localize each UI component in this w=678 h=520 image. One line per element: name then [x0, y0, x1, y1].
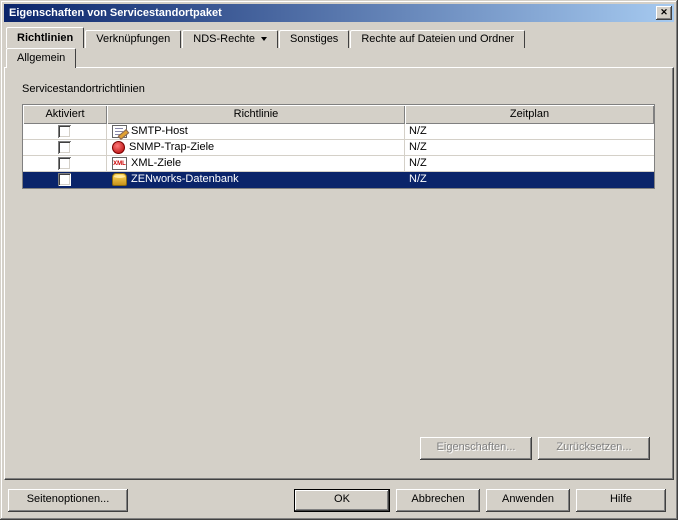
policy-table-body: SMTP-Host N/Z SNMP-Trap-Ziele N/Z XML-Ziele N…	[23, 124, 654, 188]
policy-label: SNMP-Trap-Ziele	[129, 140, 214, 155]
tab-allgemein[interactable]: Allgemein	[6, 48, 76, 68]
window-title: Eigenschaften von Servicestandortpaket	[9, 4, 656, 22]
policy-label: ZENworks-Datenbank	[131, 172, 239, 187]
table-row[interactable]: SNMP-Trap-Ziele N/Z	[23, 140, 654, 156]
tab-rechte-dateien-ordner[interactable]: Rechte auf Dateien und Ordner	[350, 30, 525, 48]
tab-label: Richtlinien	[17, 32, 73, 44]
column-header-zeitplan: Zeitplan	[405, 105, 654, 124]
zeitplan-cell: N/Z	[405, 140, 654, 156]
tab-richtlinien[interactable]: Richtlinien	[6, 27, 84, 48]
properties-dialog: Eigenschaften von Servicestandortpaket ✕…	[0, 0, 678, 520]
aktiviert-cell	[23, 124, 107, 140]
zeitplan-cell: N/Z	[405, 172, 654, 188]
tab-label: NDS-Rechte	[193, 33, 255, 45]
policy-checkbox[interactable]	[58, 125, 71, 138]
snmp-trap-icon	[112, 141, 125, 154]
policy-table-header: Aktiviert Richtlinie Zeitplan	[23, 105, 654, 124]
tab-nds-rechte[interactable]: NDS-Rechte	[182, 30, 278, 48]
eigenschaften-button[interactable]: Eigenschaften...	[420, 437, 532, 460]
ok-button[interactable]: OK	[294, 489, 390, 512]
anwenden-button[interactable]: Anwenden	[486, 489, 570, 512]
tab-verknuepfungen[interactable]: Verknüpfungen	[85, 30, 181, 48]
section-label: Servicestandortrichtlinien	[22, 83, 145, 95]
seitenoptionen-button[interactable]: Seitenoptionen...	[8, 489, 128, 512]
tab-label: Sonstiges	[290, 33, 338, 45]
smtp-host-icon	[112, 125, 127, 138]
tab-label: Rechte auf Dateien und Ordner	[361, 33, 514, 45]
zuruecksetzen-button[interactable]: Zurücksetzen...	[538, 437, 650, 460]
policy-label: XML-Ziele	[131, 156, 181, 171]
policy-label: SMTP-Host	[131, 124, 188, 139]
tab-label: Allgemein	[17, 52, 65, 64]
policy-checkbox[interactable]	[58, 173, 71, 186]
policy-table: Aktiviert Richtlinie Zeitplan SMTP-Host N…	[22, 104, 655, 189]
zeitplan-cell: N/Z	[405, 156, 654, 172]
zeitplan-cell: N/Z	[405, 124, 654, 140]
table-row[interactable]: ZENworks-Datenbank N/Z	[23, 172, 654, 188]
policy-checkbox[interactable]	[58, 141, 71, 154]
tab-label: Verknüpfungen	[96, 33, 170, 45]
tab-bar-row2: Allgemein	[6, 48, 77, 68]
abbrechen-button[interactable]: Abbrechen	[396, 489, 480, 512]
column-header-richtlinie: Richtlinie	[107, 105, 405, 124]
policy-checkbox[interactable]	[58, 157, 71, 170]
close-icon[interactable]: ✕	[656, 6, 672, 20]
table-row[interactable]: SMTP-Host N/Z	[23, 124, 654, 140]
aktiviert-cell	[23, 156, 107, 172]
column-header-aktiviert: Aktiviert	[23, 105, 107, 124]
chevron-down-icon	[261, 37, 267, 41]
tab-bar-row1: Richtlinien Verknüpfungen NDS-Rechte Son…	[6, 27, 526, 48]
aktiviert-cell	[23, 140, 107, 156]
zenworks-db-icon	[112, 173, 127, 186]
richtlinie-cell: ZENworks-Datenbank	[107, 172, 405, 188]
table-row[interactable]: XML-Ziele N/Z	[23, 156, 654, 172]
richtlinie-cell: XML-Ziele	[107, 156, 405, 172]
title-bar[interactable]: Eigenschaften von Servicestandortpaket ✕	[4, 4, 674, 22]
hilfe-button[interactable]: Hilfe	[576, 489, 666, 512]
xml-icon	[112, 157, 127, 170]
richtlinie-cell: SNMP-Trap-Ziele	[107, 140, 405, 156]
tab-sonstiges[interactable]: Sonstiges	[279, 30, 349, 48]
aktiviert-cell	[23, 172, 107, 188]
richtlinie-cell: SMTP-Host	[107, 124, 405, 140]
